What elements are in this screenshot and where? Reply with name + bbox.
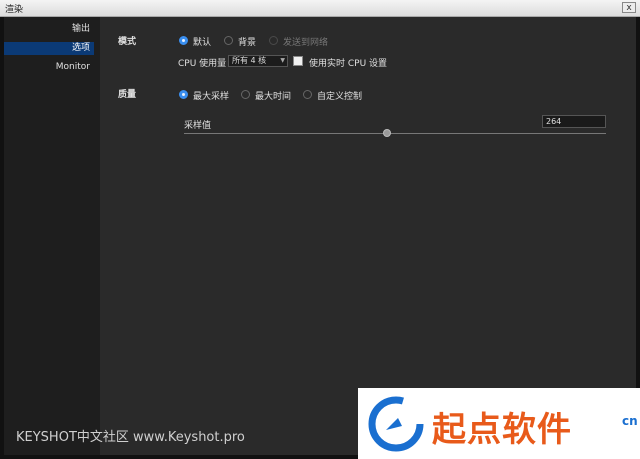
cpu-usage-value: 所有 4 核 (232, 56, 267, 65)
samples-label: 采样值 (184, 121, 212, 131)
quality-max-time-radio[interactable] (241, 90, 250, 99)
sidebar-item-output[interactable]: 输出 (4, 23, 94, 36)
samples-slider-track[interactable] (184, 133, 606, 134)
site-logo-panel: 起点软件 cn (358, 388, 640, 459)
mode-network-label: 发送到网络 (283, 38, 329, 48)
chevron-down-icon: ▼ (280, 57, 285, 64)
mode-default-radio[interactable] (179, 36, 188, 45)
quality-max-time-label: 最大时间 (255, 92, 292, 102)
realtime-cpu-label: 使用实时 CPU 设置 (309, 59, 388, 69)
window-title: 渲染 (5, 5, 24, 15)
cpu-usage-label: CPU 使用量 (178, 59, 227, 69)
logo-suffix: cn (622, 414, 638, 428)
title-bar: 渲染 x (0, 0, 640, 17)
sidebar-item-monitor[interactable]: Monitor (4, 61, 94, 74)
sidebar: 输出 选项 Monitor (4, 17, 100, 455)
logo-text: 起点软件 (432, 410, 572, 450)
watermark-text: KEYSHOT中文社区 www.Keyshot.pro (16, 430, 245, 445)
mode-default-label: 默认 (193, 38, 212, 48)
quality-custom-radio[interactable] (303, 90, 312, 99)
samples-input[interactable]: 264 (542, 115, 606, 128)
close-icon[interactable]: x (622, 2, 636, 13)
mode-background-radio[interactable] (224, 36, 233, 45)
mode-background-label: 背景 (238, 38, 257, 48)
mode-network-radio[interactable] (269, 36, 278, 45)
logo-swirl-icon (368, 396, 424, 452)
quality-label: 质量 (118, 90, 137, 100)
quality-max-samples-radio[interactable] (179, 90, 188, 99)
samples-slider-handle[interactable] (382, 129, 391, 137)
cpu-usage-select[interactable]: 所有 4 核 ▼ (228, 55, 288, 67)
sidebar-item-options[interactable]: 选项 (4, 42, 94, 55)
mode-label: 模式 (118, 37, 137, 47)
realtime-cpu-checkbox[interactable] (293, 56, 303, 66)
quality-custom-label: 自定义控制 (317, 92, 363, 102)
quality-max-samples-label: 最大采样 (193, 92, 230, 102)
